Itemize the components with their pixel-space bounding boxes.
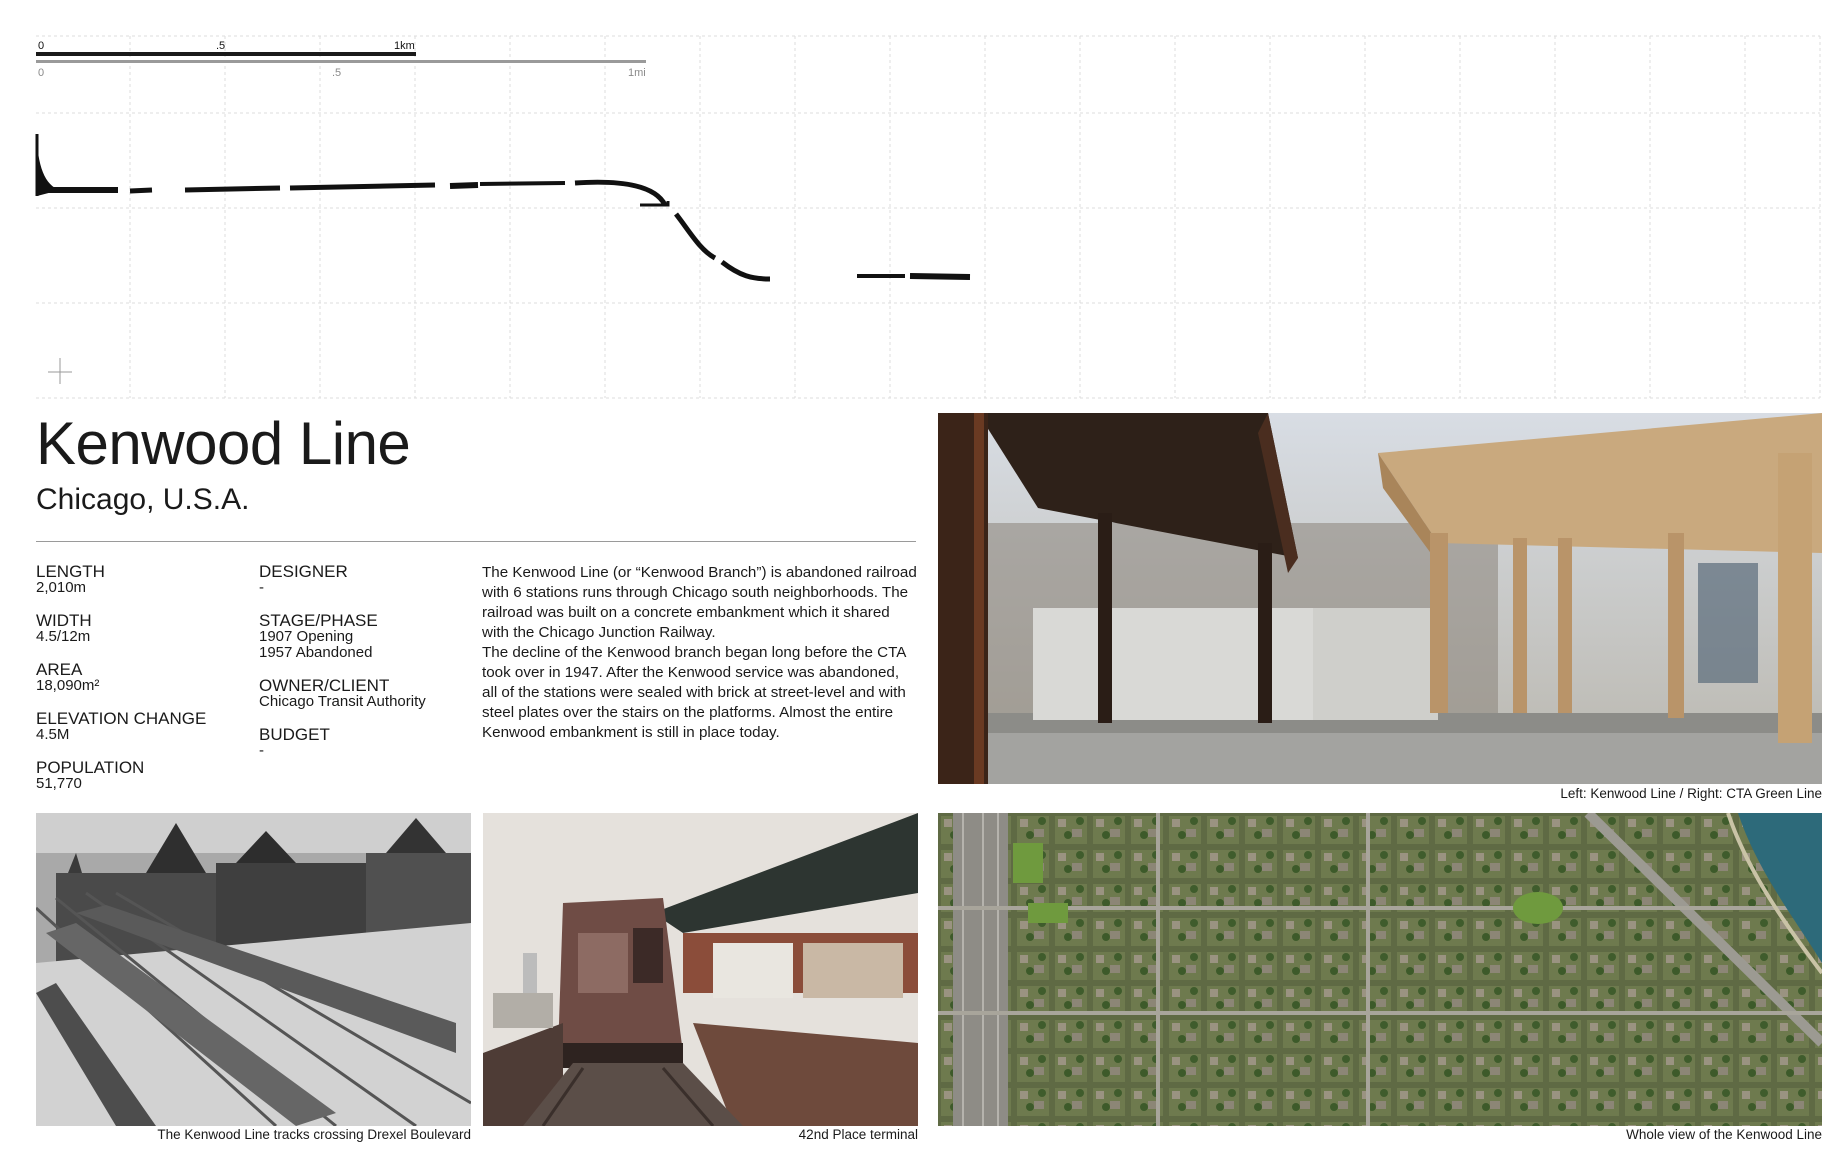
mi-tick-half: .5 [332, 67, 341, 79]
elevated-structures-photo [938, 413, 1822, 784]
historic-photo-caption: The Kenwood Line tracks crossing Drexel … [157, 1127, 471, 1142]
spec-value: 1907 Opening [259, 628, 354, 645]
spec-value: 4.5M [36, 726, 70, 743]
kenwood-line-path [35, 134, 971, 282]
spec-elevation-change: ELEVATION CHANGE 4.5M [36, 710, 236, 743]
spec-area: AREA 18,090m² [36, 661, 236, 694]
spec-value: 18,090m² [36, 677, 100, 694]
spec-owner-client: OWNER/CLIENT Chicago Transit Authority [259, 677, 469, 710]
terminal-photo-caption: 42nd Place terminal [798, 1127, 918, 1142]
spec-label: DESIGNER [259, 562, 348, 581]
elevated-photo-caption: Left: Kenwood Line / Right: CTA Green Li… [1560, 786, 1822, 801]
specs-left-column: LENGTH 2,010m WIDTH 4.5/12m AREA 18,090m… [36, 563, 236, 808]
aerial-photo [938, 813, 1822, 1126]
spec-label: AREA [36, 660, 83, 679]
historic-tracks-photo [36, 813, 471, 1126]
spec-value: - [259, 742, 264, 759]
spec-value: - [259, 579, 264, 596]
page-title: Kenwood Line [36, 410, 411, 477]
spec-length: LENGTH 2,010m [36, 563, 236, 596]
title-divider [36, 541, 916, 542]
page-subtitle: Chicago, U.S.A. [36, 483, 250, 516]
spec-label: POPULATION [36, 758, 145, 777]
scale-bar: 0 .5 1km 0 .5 1mi [36, 40, 646, 79]
plan-grid [36, 35, 1821, 399]
spec-width: WIDTH 4.5/12m [36, 612, 236, 645]
terminal-photo [483, 813, 918, 1126]
spec-value-2: 1957 Abandoned [259, 644, 373, 661]
spec-label: ELEVATION CHANGE [36, 709, 207, 728]
spec-value: Chicago Transit Authority [259, 693, 426, 710]
spec-label: STAGE/PHASE [259, 611, 378, 630]
line-plan-drawing: 0 .5 1km 0 .5 1mi [35, 35, 1821, 399]
spec-value: 51,770 [36, 775, 82, 792]
spec-label: WIDTH [36, 611, 92, 630]
spec-label: OWNER/CLIENT [259, 676, 390, 695]
description-paragraph-1: The Kenwood Line (or “Kenwood Branch”) i… [482, 564, 917, 641]
north-crosshair [48, 358, 72, 384]
spec-designer: DESIGNER - [259, 563, 469, 596]
mi-scale-bar [36, 60, 646, 63]
spec-value: 2,010m [36, 579, 87, 596]
spec-value: 4.5/12m [36, 628, 91, 645]
km-tick-1: 1km [394, 40, 415, 52]
aerial-photo-caption: Whole view of the Kenwood Line [1626, 1127, 1822, 1142]
description-paragraph-2: The decline of the Kenwood branch began … [482, 644, 906, 741]
km-scale-bar [36, 52, 416, 56]
mi-tick-1: 1mi [628, 67, 646, 79]
spec-population: POPULATION 51,770 [36, 759, 236, 792]
description: The Kenwood Line (or “Kenwood Branch”) i… [482, 563, 918, 743]
spec-label: BUDGET [259, 725, 330, 744]
km-tick-0: 0 [38, 40, 44, 52]
specs-right-column: DESIGNER - STAGE/PHASE 1907 Opening 1957… [259, 563, 469, 775]
spec-budget: BUDGET - [259, 726, 469, 759]
km-tick-half: .5 [216, 40, 225, 52]
mi-tick-0: 0 [38, 67, 44, 79]
spec-label: LENGTH [36, 562, 105, 581]
spec-stage-phase: STAGE/PHASE 1907 Opening 1957 Abandoned [259, 612, 469, 661]
